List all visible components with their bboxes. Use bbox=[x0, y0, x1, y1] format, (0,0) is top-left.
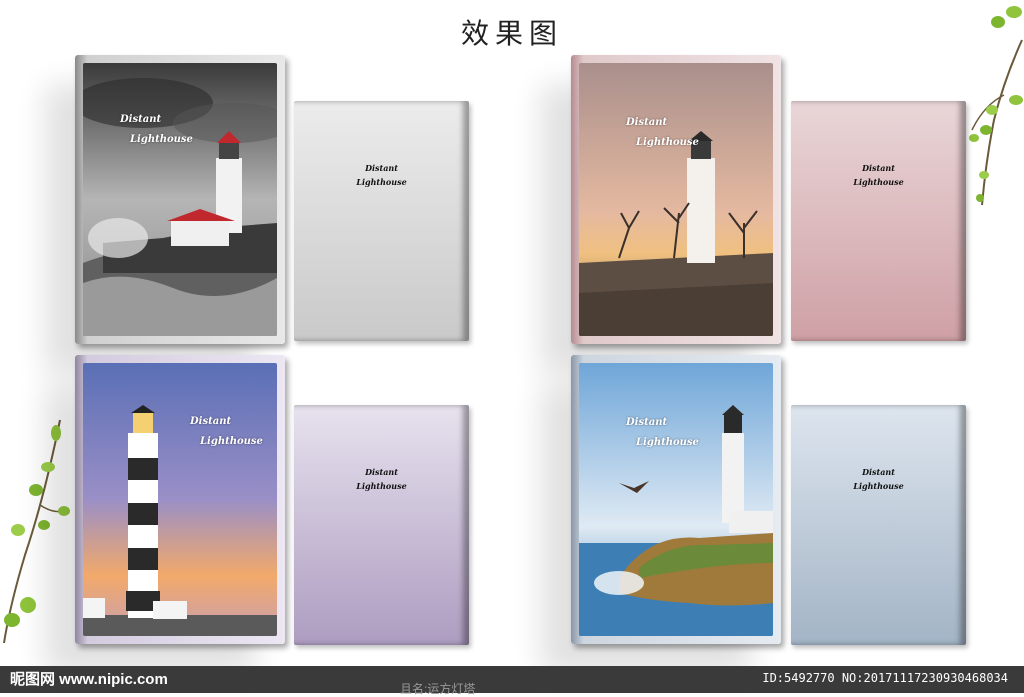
back-title-line2: Lighthouse bbox=[356, 177, 407, 187]
book-pink-photo bbox=[579, 63, 773, 336]
book-pink-back-cover: Distant Lighthouse bbox=[791, 101, 966, 341]
cover-title-line2: Lighthouse bbox=[636, 137, 699, 148]
book-pink-back-title: Distant Lighthouse bbox=[791, 161, 966, 189]
book-pink-cover-title: Distant Lighthouse bbox=[626, 113, 699, 153]
book-purple-photo bbox=[83, 363, 277, 636]
cover-title-line1: Distant bbox=[626, 117, 668, 128]
back-title-line1: Distant bbox=[862, 467, 895, 477]
cover-title-line2: Lighthouse bbox=[200, 436, 263, 447]
book-grey-cover-title: Distant Lighthouse bbox=[120, 110, 193, 150]
book-purple-front-cover: Distant Lighthouse bbox=[75, 355, 285, 644]
book-purple-back-title: Distant Lighthouse bbox=[294, 465, 469, 493]
back-title-line2: Lighthouse bbox=[853, 177, 904, 187]
book-grey-back-cover: Distant Lighthouse bbox=[294, 101, 469, 341]
back-title-line2: Lighthouse bbox=[356, 481, 407, 491]
footer-under-text: 且名:运方灯塔 bbox=[400, 682, 476, 696]
cover-title-line1: Distant bbox=[120, 114, 162, 125]
book-purple-back-cover: Distant Lighthouse bbox=[294, 405, 469, 645]
page-title: 效果图 bbox=[460, 17, 563, 50]
book-grey-back-title: Distant Lighthouse bbox=[294, 161, 469, 189]
cover-title-line1: Distant bbox=[190, 416, 232, 427]
back-title-line1: Distant bbox=[365, 163, 398, 173]
book-purple-cover-title: Distant Lighthouse bbox=[190, 412, 263, 452]
branch-top-right-decoration bbox=[969, 6, 1023, 206]
back-title-line1: Distant bbox=[862, 163, 895, 173]
book-pink-front-cover: Distant Lighthouse bbox=[571, 55, 781, 344]
book-blue-front-cover: Distant Lighthouse bbox=[571, 355, 781, 644]
watermark-footer: 昵图网 www.nipic.com 且名:运方灯塔 ID:5492770 NO:… bbox=[0, 666, 1024, 696]
book-grey-photo bbox=[83, 63, 277, 336]
book-blue-photo bbox=[579, 363, 773, 636]
cover-title-line2: Lighthouse bbox=[130, 134, 193, 145]
book-grey-front-cover: Distant Lighthouse bbox=[75, 55, 285, 344]
cover-title-line2: Lighthouse bbox=[636, 437, 699, 448]
image-id-text: ID:5492770 NO:20171117230930468034 bbox=[762, 671, 1008, 685]
back-title-line2: Lighthouse bbox=[853, 481, 904, 491]
site-logo-text: 昵图网 www.nipic.com bbox=[10, 671, 168, 688]
back-title-line1: Distant bbox=[365, 467, 398, 477]
branch-bottom-left-decoration bbox=[3, 419, 70, 644]
book-blue-cover-title: Distant Lighthouse bbox=[626, 413, 699, 453]
cover-title-line1: Distant bbox=[626, 417, 668, 428]
book-blue-back-cover: Distant Lighthouse bbox=[791, 405, 966, 645]
book-blue-back-title: Distant Lighthouse bbox=[791, 465, 966, 493]
